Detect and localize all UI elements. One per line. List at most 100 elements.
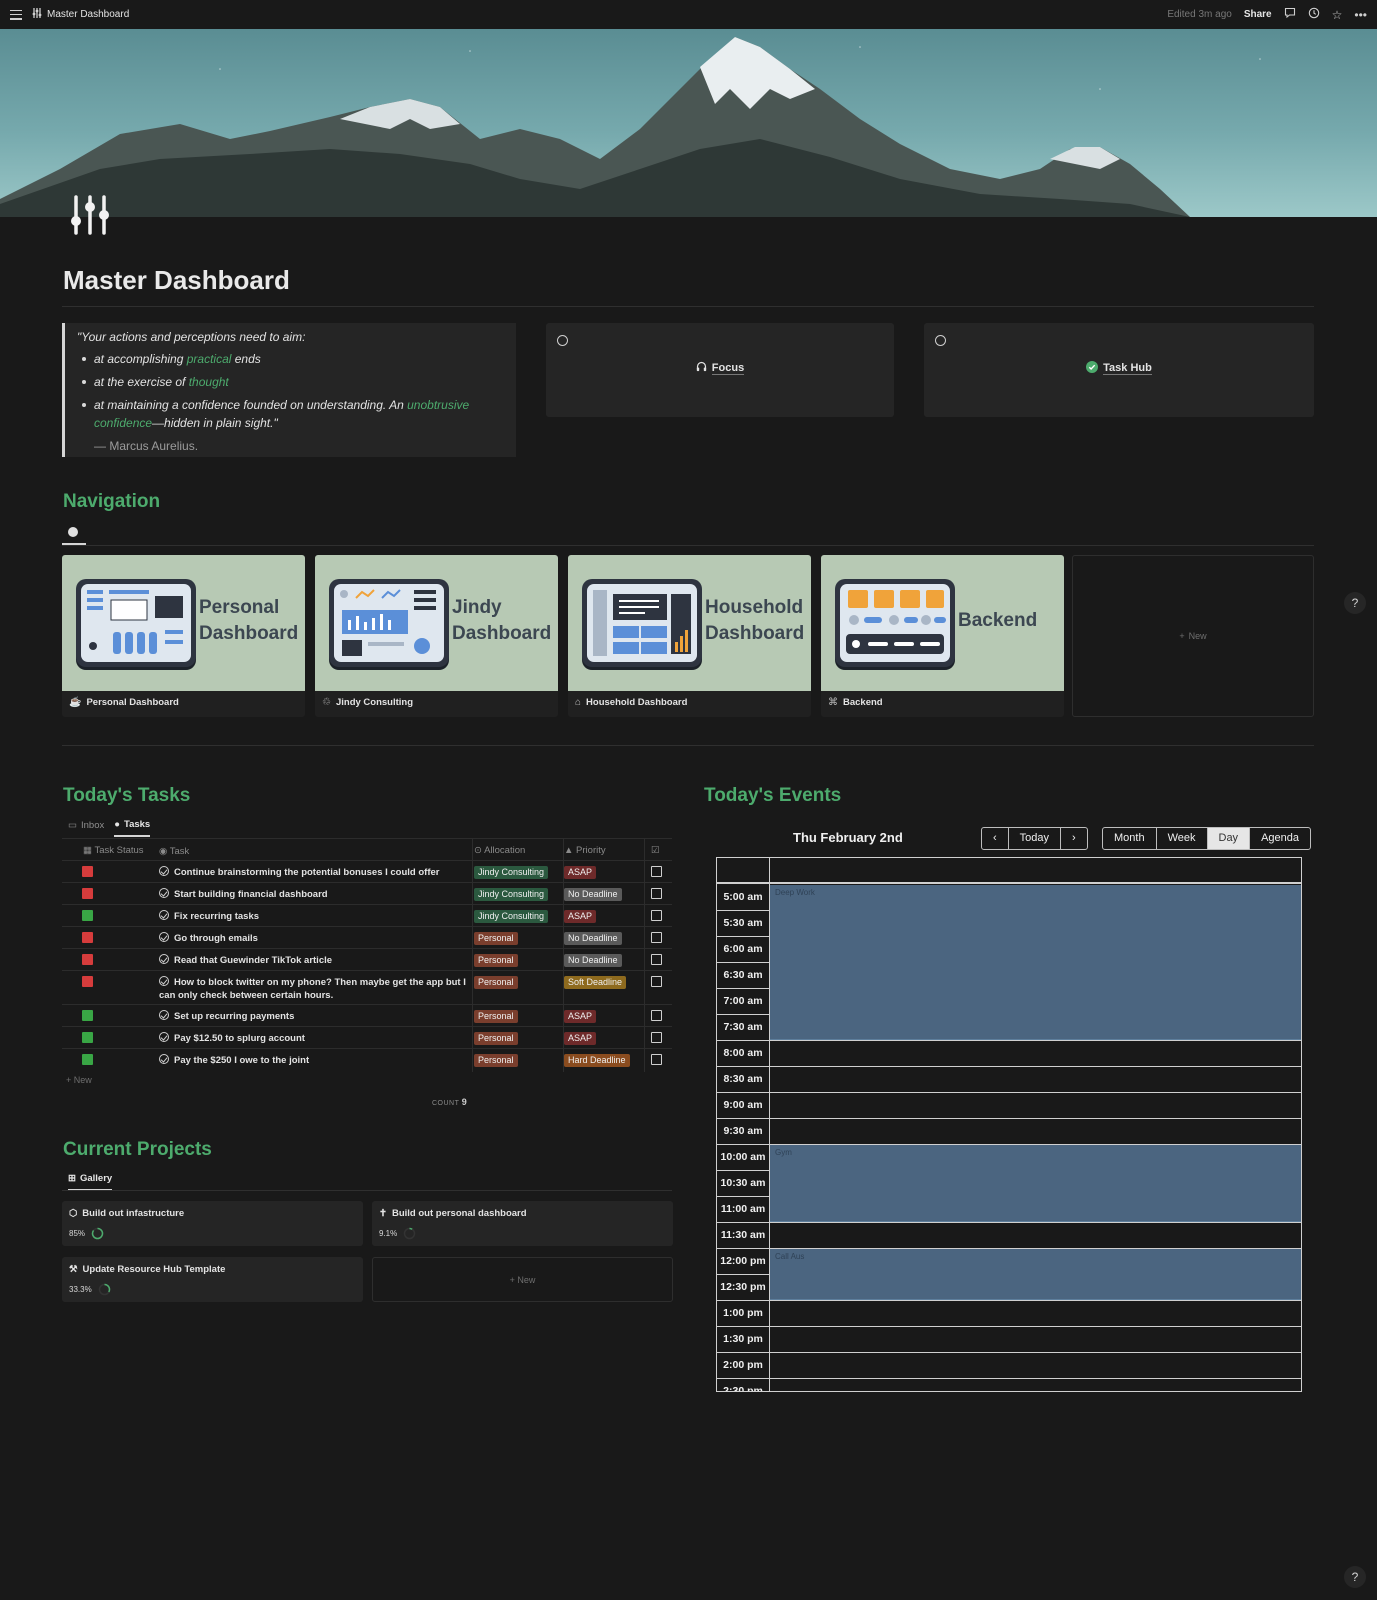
star-icon[interactable]: ☆ — [1332, 8, 1343, 22]
more-icon[interactable]: ••• — [1354, 8, 1367, 22]
column-header-status[interactable]: ▦ Task Status — [83, 845, 144, 856]
allocation-tag[interactable]: Jindy Consulting — [474, 888, 549, 901]
project-card[interactable]: ✝ Build out personal dashboard 9.1% — [372, 1201, 673, 1246]
allocation-tag[interactable]: Personal — [474, 932, 518, 945]
status-indicator[interactable] — [82, 932, 93, 943]
tab-inbox[interactable]: ▭ Inbox — [68, 819, 104, 837]
tab-gallery[interactable]: ⊞ Gallery — [68, 1173, 113, 1191]
allocation-tag[interactable]: Personal — [474, 954, 518, 967]
card-caption[interactable]: ⌘ Backend — [828, 697, 883, 708]
status-indicator[interactable] — [82, 888, 93, 899]
nav-card-household[interactable]: Household Dashboard ⌂ Household Dashboard — [568, 555, 811, 717]
focus-link[interactable]: Focus — [546, 361, 894, 375]
time-slot[interactable]: 9:00 am — [717, 1093, 1301, 1119]
priority-tag[interactable]: Hard Deadline — [564, 1054, 630, 1067]
card-caption[interactable]: ♲ Jindy Consulting — [322, 697, 413, 708]
task-hub-link[interactable]: Task Hub — [924, 361, 1314, 376]
column-header-priority[interactable]: ▲ Priority — [564, 845, 606, 856]
task-hub-button-card[interactable]: Task Hub — [924, 323, 1314, 417]
menu-icon[interactable] — [10, 9, 22, 20]
done-checkbox[interactable] — [651, 888, 662, 899]
table-row[interactable]: Set up recurring payments Personal ASAP — [62, 1004, 672, 1026]
priority-tag[interactable]: ASAP — [564, 866, 597, 879]
nav-card-personal[interactable]: Personal Dashboard ☕ Personal Dashboard — [62, 555, 305, 717]
column-header-allocation[interactable]: ⊙ Allocation — [474, 845, 525, 856]
task-title[interactable]: Start building financial dashboard — [159, 888, 469, 901]
task-title[interactable]: Continue brainstorming the potential bon… — [159, 866, 469, 879]
allocation-tag[interactable]: Personal — [474, 976, 518, 989]
table-row[interactable]: Continue brainstorming the potential bon… — [62, 860, 672, 882]
allocation-tag[interactable]: Personal — [474, 1010, 518, 1023]
task-title[interactable]: Fix recurring tasks — [159, 910, 469, 923]
status-indicator[interactable] — [82, 976, 93, 987]
clock-icon[interactable] — [1308, 7, 1320, 22]
status-indicator[interactable] — [82, 1032, 93, 1043]
task-title[interactable]: Go through emails — [159, 932, 469, 945]
time-slot[interactable]: 2:00 pm — [717, 1353, 1301, 1379]
done-checkbox[interactable] — [651, 954, 662, 965]
table-row[interactable]: Fix recurring tasks Jindy Consulting ASAP — [62, 904, 672, 926]
priority-tag[interactable]: No Deadline — [564, 888, 622, 901]
allocation-tag[interactable]: Personal — [474, 1054, 518, 1067]
priority-tag[interactable]: ASAP — [564, 910, 597, 923]
calendar-event[interactable]: Deep Work — [770, 885, 1301, 1040]
done-checkbox[interactable] — [651, 866, 662, 877]
done-checkbox[interactable] — [651, 1010, 662, 1021]
new-task-button[interactable]: + New — [66, 1075, 92, 1085]
nav-card-jindy[interactable]: Jindy Dashboard ♲ Jindy Consulting — [315, 555, 558, 717]
status-indicator[interactable] — [82, 954, 93, 965]
prev-button[interactable]: ‹ — [982, 828, 1009, 849]
time-slot[interactable]: 11:30 am — [717, 1223, 1301, 1249]
table-row[interactable]: How to block twitter on my phone? Then m… — [62, 970, 672, 1004]
status-indicator[interactable] — [82, 910, 93, 921]
table-row[interactable]: Pay $12.50 to splurg account Personal ASAP — [62, 1026, 672, 1048]
calendar-event[interactable]: Call Aus — [770, 1249, 1301, 1300]
help-button[interactable]: ? — [1344, 1566, 1366, 1588]
help-button[interactable]: ? — [1344, 592, 1366, 614]
task-title[interactable]: Pay $12.50 to splurg account — [159, 1032, 469, 1045]
task-title[interactable]: Pay the $250 I owe to the joint — [159, 1054, 469, 1067]
table-row[interactable]: Read that Guewinder TikTok article Person… — [62, 948, 672, 970]
project-card[interactable]: ⚒ Update Resource Hub Template 33.3% — [62, 1257, 363, 1302]
today-button[interactable]: Today — [1009, 828, 1062, 849]
time-slot[interactable]: 2:30 pm — [717, 1379, 1301, 1391]
column-header-done[interactable]: ☑ — [651, 845, 660, 856]
done-checkbox[interactable] — [651, 976, 662, 987]
view-month[interactable]: Month — [1103, 828, 1157, 849]
allocation-tag[interactable]: Personal — [474, 1032, 518, 1045]
task-title[interactable]: Read that Guewinder TikTok article — [159, 954, 469, 967]
gallery-view-tab[interactable] — [62, 521, 86, 545]
priority-tag[interactable]: ASAP — [564, 1032, 597, 1045]
table-row[interactable]: Go through emails Personal No Deadline — [62, 926, 672, 948]
comment-icon[interactable] — [1284, 7, 1296, 22]
focus-button-card[interactable]: Focus — [546, 323, 894, 417]
allocation-tag[interactable]: Jindy Consulting — [474, 910, 549, 923]
view-day[interactable]: Day — [1207, 828, 1251, 849]
next-button[interactable]: › — [1061, 828, 1087, 849]
task-title[interactable]: Set up recurring payments — [159, 1010, 469, 1023]
card-caption[interactable]: ⌂ Household Dashboard — [575, 697, 687, 708]
card-caption[interactable]: ☕ Personal Dashboard — [69, 697, 179, 708]
done-checkbox[interactable] — [651, 1054, 662, 1065]
priority-tag[interactable]: No Deadline — [564, 954, 622, 967]
project-card[interactable]: ⬡ Build out infastructure 85% — [62, 1201, 363, 1246]
view-week[interactable]: Week — [1157, 828, 1208, 849]
share-button[interactable]: Share — [1244, 9, 1272, 20]
table-row[interactable]: Pay the $250 I owe to the joint Personal H… — [62, 1048, 672, 1070]
view-agenda[interactable]: Agenda — [1250, 828, 1310, 849]
time-slot[interactable]: 1:30 pm — [717, 1327, 1301, 1353]
nav-card-backend[interactable]: Backend ⌘ Backend — [821, 555, 1064, 717]
allocation-tag[interactable]: Jindy Consulting — [474, 866, 549, 879]
page-sliders-icon[interactable] — [68, 193, 112, 237]
new-card-button[interactable]: + New — [1072, 555, 1314, 717]
time-slot[interactable]: 8:00 am — [717, 1041, 1301, 1067]
status-indicator[interactable] — [82, 1010, 93, 1021]
status-indicator[interactable] — [82, 1054, 93, 1065]
status-indicator[interactable] — [82, 866, 93, 877]
priority-tag[interactable]: Soft Deadline — [564, 976, 627, 989]
priority-tag[interactable]: ASAP — [564, 1010, 597, 1023]
all-day-row[interactable] — [717, 858, 1301, 884]
breadcrumb[interactable]: Master Dashboard — [32, 8, 129, 21]
time-slot[interactable]: 1:00 pm — [717, 1301, 1301, 1327]
tab-tasks[interactable]: ● Tasks — [114, 819, 151, 837]
